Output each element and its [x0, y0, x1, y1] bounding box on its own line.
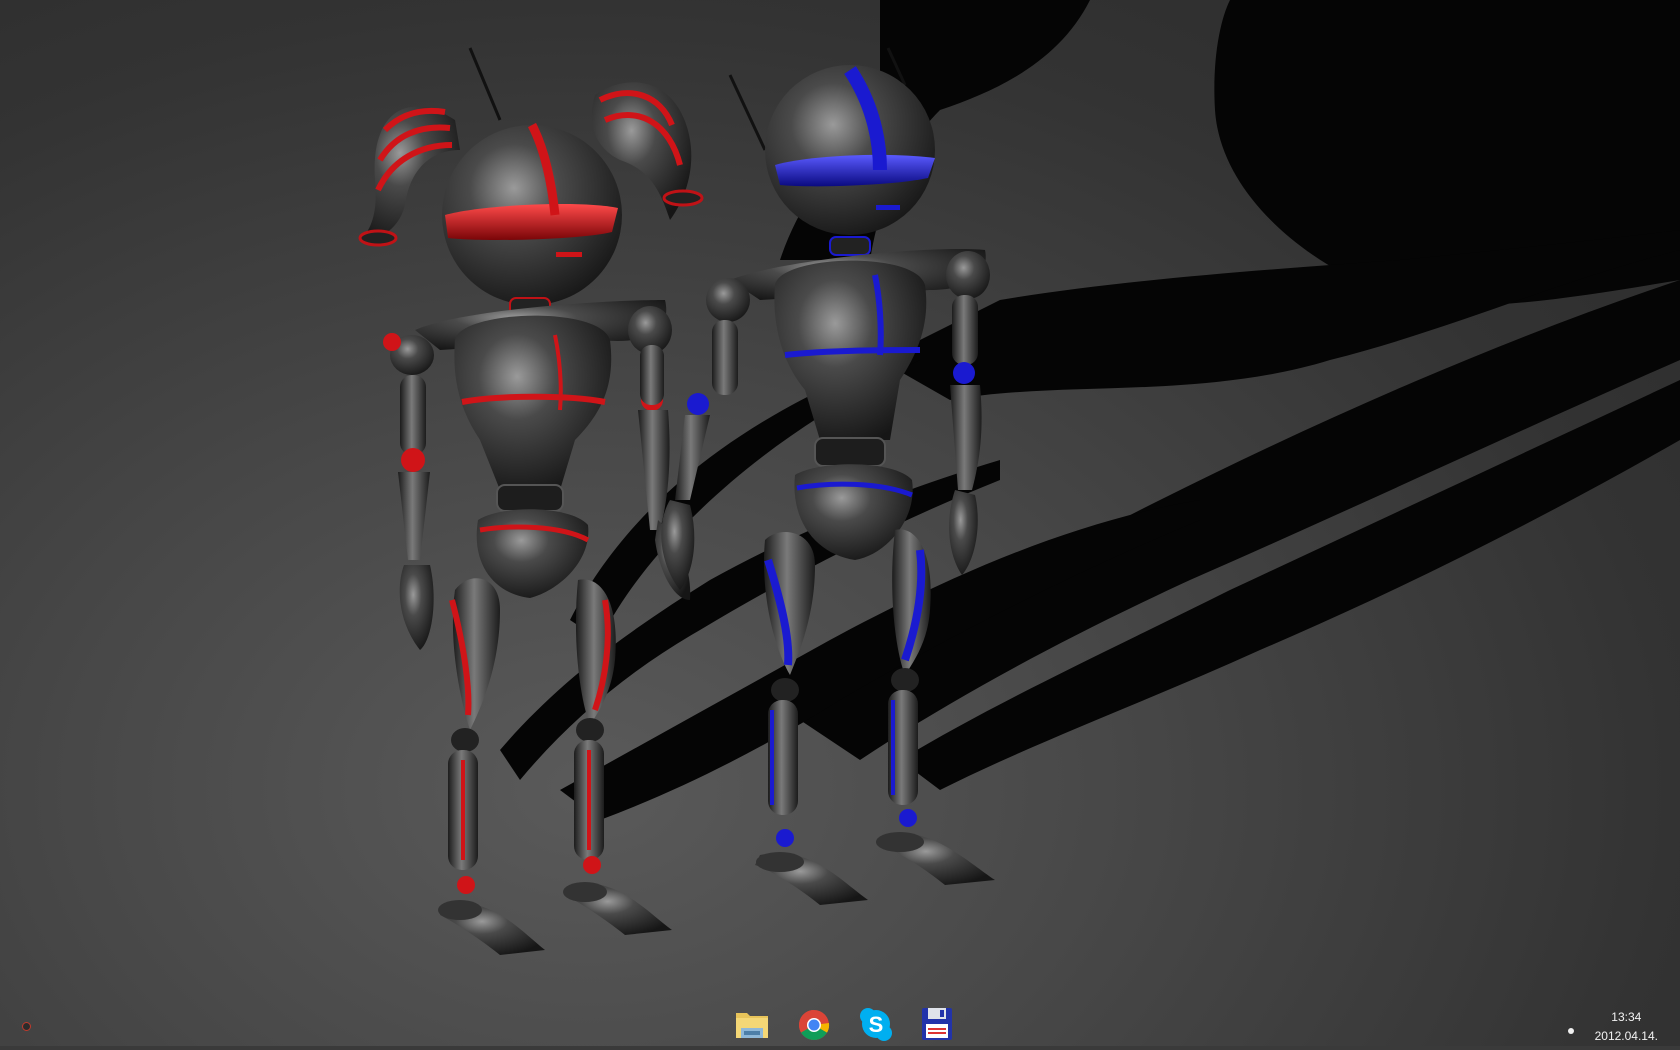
clock-time: 13:34	[1611, 1010, 1642, 1024]
red-robot	[358, 47, 704, 955]
clock-date: 2012.04.14.	[1594, 1029, 1658, 1043]
desktop: S 13:34 2012.04.14.	[0, 0, 1680, 1050]
start-orb-icon[interactable]	[22, 1022, 31, 1031]
taskbar-skype-button[interactable]: S	[850, 1004, 902, 1049]
taskbar-bottom-edge	[0, 1046, 1680, 1050]
taskbar-chrome-button[interactable]	[794, 1004, 834, 1044]
floppy-disk-icon	[922, 1008, 952, 1040]
robots-wallpaper	[358, 0, 1680, 955]
tray-notification-icon[interactable]	[1568, 1028, 1574, 1034]
skype-icon: S	[860, 1008, 892, 1041]
taskbar-explorer-button[interactable]	[732, 1004, 772, 1044]
folder-icon	[736, 1013, 768, 1038]
taskbar-clock[interactable]: 13:34 2012.04.14.	[1595, 1008, 1658, 1046]
chrome-icon	[798, 1010, 830, 1041]
svg-text:S: S	[869, 1012, 884, 1037]
taskbar: S 13:34 2012.04.14.	[0, 1000, 1680, 1050]
taskbar-save-button[interactable]	[917, 1004, 957, 1044]
